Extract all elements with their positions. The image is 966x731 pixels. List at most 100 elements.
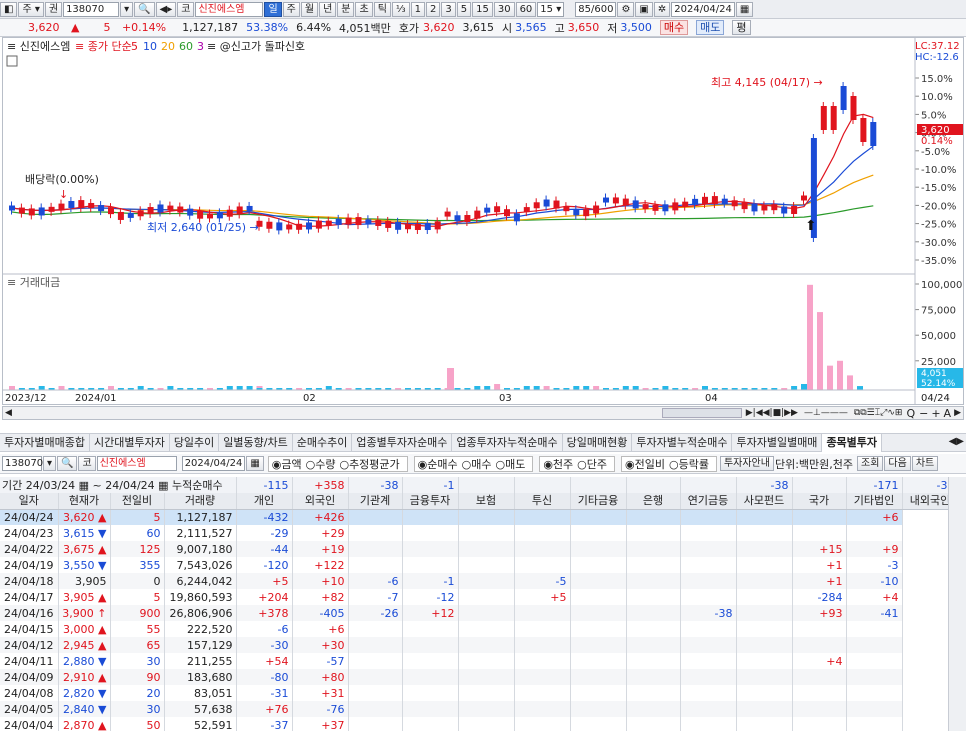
unit-radio-option-1[interactable]: ○단주 — [577, 456, 607, 472]
stock-code-input[interactable]: 138070 — [63, 1, 120, 17]
tab-6[interactable]: 업종투자자누적순매수 — [452, 433, 563, 452]
column-header[interactable]: 거래량 — [164, 493, 237, 510]
table-scrollbar[interactable] — [948, 477, 966, 731]
period-select[interactable]: 주 ▾ — [18, 1, 44, 17]
period-button-6[interactable]: 틱 — [373, 1, 391, 17]
period-button-3[interactable]: 년 — [319, 1, 337, 17]
amount-radio-option-0[interactable]: ◉금액 — [272, 456, 302, 472]
period-button-1[interactable]: 주 — [282, 1, 300, 17]
search-icon[interactable]: 🔍 — [134, 1, 155, 17]
table-row[interactable]: 24/04/18 3,905 0 6,244,042 +5 +10 -6 -1 -5 +1 -10 — [0, 573, 958, 589]
column-header[interactable]: 연기금등 — [680, 493, 737, 510]
column-header[interactable]: 보험 — [458, 493, 515, 510]
tools-icons[interactable]: ⧉⧉☰⌶⤢∿⊞ — [854, 408, 903, 418]
tab-7[interactable]: 당일매매현황 — [563, 433, 633, 452]
tab-4[interactable]: 순매수추이 — [293, 433, 353, 452]
guide-button[interactable]: 투자자안내 — [719, 456, 774, 471]
tab-5[interactable]: 업종별투자자순매수 — [352, 433, 453, 452]
nav-first-icon[interactable]: ▶|◀◀|■|▶▶ — [746, 408, 798, 418]
column-header[interactable]: 금융투자 — [402, 493, 459, 510]
side-radio-option-0[interactable]: ◉순매수 — [418, 456, 458, 472]
eval-button[interactable]: 평 — [732, 20, 751, 35]
cmp-radio-option-0[interactable]: ◉전일비 — [625, 456, 665, 472]
period-button-0[interactable]: 일 — [264, 1, 282, 17]
interval-button-3[interactable]: 3 — [441, 1, 456, 17]
ctrl-search-icon[interactable]: 🔍 — [57, 456, 78, 471]
date-input[interactable]: 2024/04/24 — [671, 1, 735, 17]
side-radio-option-1[interactable]: ○매수 — [462, 456, 492, 472]
tab-8[interactable]: 투자자별누적순매수 — [632, 433, 733, 452]
table-row[interactable]: 24/04/24 3,620 ▲ 5 1,127,187 -432 +426 +6 — [0, 509, 958, 525]
table-row[interactable]: 24/04/15 3,000 ▲ 55 222,520 -6 +6 — [0, 621, 958, 637]
table-row[interactable]: 24/04/05 2,840 ▼ 30 57,638 +76 -76 — [0, 701, 958, 717]
fraction-button[interactable]: ⅓ — [391, 1, 410, 17]
cmp-radio-option-1[interactable]: ○등락률 — [669, 456, 709, 472]
column-header[interactable]: 외국인 — [292, 493, 349, 510]
table-row[interactable]: 24/04/23 3,615 ▼ 60 2,111,527 -29 +29 — [0, 525, 958, 541]
grid-icon[interactable] — [6, 55, 18, 67]
save-icon[interactable]: ▣ — [635, 1, 653, 17]
column-header[interactable]: 투신 — [514, 493, 571, 510]
column-header[interactable]: 기타법인 — [846, 493, 903, 510]
unit-radio-option-0[interactable]: ◉천주 — [543, 456, 573, 472]
minus-icon[interactable]: − — [919, 407, 928, 420]
tab-1[interactable]: 시간대별투자자 — [90, 433, 170, 452]
zoom-out-icon[interactable]: Q — [906, 407, 915, 420]
ctrl-date-input[interactable]: 2024/04/24 — [181, 456, 246, 471]
dropdown-icon[interactable]: ▾ — [120, 1, 134, 17]
table-row[interactable]: 24/04/04 2,870 ▲ 50 52,591 -37 +37 — [0, 717, 958, 731]
tab-2[interactable]: 당일추이 — [170, 433, 220, 452]
window-icon[interactable]: ◧ — [0, 1, 18, 17]
table-row[interactable]: 24/04/22 3,675 ▲ 125 9,007,180 -44 +19 +15 +9 — [0, 541, 958, 557]
column-header[interactable]: 기타금융 — [570, 493, 627, 510]
table-row[interactable]: 24/04/19 3,550 ▼ 355 7,543,026 -120 +122 +1 -3 — [0, 557, 958, 573]
query-button[interactable]: 조회 — [857, 456, 884, 471]
chart-button[interactable]: 차트 — [911, 456, 939, 471]
scroll-thumb[interactable] — [661, 408, 742, 418]
column-header[interactable]: 개인 — [236, 493, 293, 510]
plus-icon[interactable]: + — [931, 407, 940, 420]
ctrl-code-input[interactable]: 138070 — [2, 456, 43, 471]
sell-button[interactable]: 매도 — [696, 20, 725, 35]
column-header[interactable]: 전일비 — [110, 493, 165, 510]
column-header[interactable]: 일자 — [0, 493, 59, 510]
calendar-icon[interactable]: ▦ — [735, 1, 754, 17]
table-row[interactable]: 24/04/16 3,900 ↑ 900 26,806,906 +378 -405 -26 +… — [0, 605, 958, 621]
chart-scrollbar[interactable]: ◀ ▶|◀◀|■|▶▶ —⊥——— ⧉⧉☰⌶⤢∿⊞ Q − + A ▶ — [2, 406, 964, 420]
interval-button-2[interactable]: 2 — [425, 1, 441, 17]
table-row[interactable]: 24/04/17 3,905 ▲ 5 19,860,593 +204 +82 -7 -12 +5… — [0, 589, 958, 605]
table-row[interactable]: 24/04/12 2,945 ▲ 65 157,129 -30 +30 — [0, 637, 958, 653]
column-header[interactable]: 은행 — [626, 493, 681, 510]
column-header[interactable]: 현재가 — [58, 493, 111, 510]
tab-9[interactable]: 투자자별일별매매 — [732, 433, 823, 452]
period-button-4[interactable]: 분 — [337, 1, 355, 17]
scroll-right-icon[interactable]: ▶ — [954, 408, 961, 418]
sound-icon[interactable]: ◀▸ — [155, 1, 177, 17]
count-input[interactable]: 85/600 — [575, 1, 617, 17]
ctrl-calendar-icon[interactable]: ▦ — [246, 456, 264, 471]
interval-button-1[interactable]: 1 — [410, 1, 425, 17]
interval-button-30[interactable]: 30 — [493, 1, 515, 17]
tab-scroll-icon[interactable]: ◀▶ — [949, 436, 964, 447]
ctrl-dropdown-icon[interactable]: ▾ — [43, 456, 57, 471]
amount-radio-option-2[interactable]: ○추정평균가 — [339, 456, 399, 472]
interval-button-60[interactable]: 60 — [515, 1, 537, 17]
settings-icon[interactable]: ✲ — [653, 1, 671, 17]
price-chart[interactable]: ≡ 신진에스엠 ≡ 종가 단순 5 10 20 60 3 ≡ @신고가 돌파신호… — [2, 37, 964, 405]
column-header[interactable]: 사모펀드 — [736, 493, 793, 510]
font-icon[interactable]: A — [944, 407, 952, 420]
table-row[interactable]: 24/04/08 2,820 ▼ 20 83,051 -31 +31 — [0, 685, 958, 701]
buy-button[interactable]: 매수 — [659, 20, 689, 35]
scroll-left-icon[interactable]: ◀ — [5, 408, 12, 418]
interval-button-5[interactable]: 5 — [456, 1, 472, 17]
market-label[interactable]: 코 — [177, 1, 195, 17]
right-label[interactable]: 권 — [44, 1, 63, 17]
tab-0[interactable]: 투자자별매매종합 — [0, 433, 90, 452]
period-button-2[interactable]: 월 — [300, 1, 319, 17]
minute-input[interactable]: 15 ▾ — [537, 1, 565, 17]
ctrl-market-label[interactable]: 코 — [78, 456, 96, 471]
table-row[interactable]: 24/04/09 2,910 ▲ 90 183,680 -80 +80 — [0, 669, 958, 685]
side-radio-option-2[interactable]: ○매도 — [495, 456, 525, 472]
tool-icon[interactable]: ⚙ — [617, 1, 635, 17]
period-cell[interactable]: 기간 24/03/24 ▦ ~ 24/04/24 ▦ 누적순매수 — [0, 477, 237, 493]
